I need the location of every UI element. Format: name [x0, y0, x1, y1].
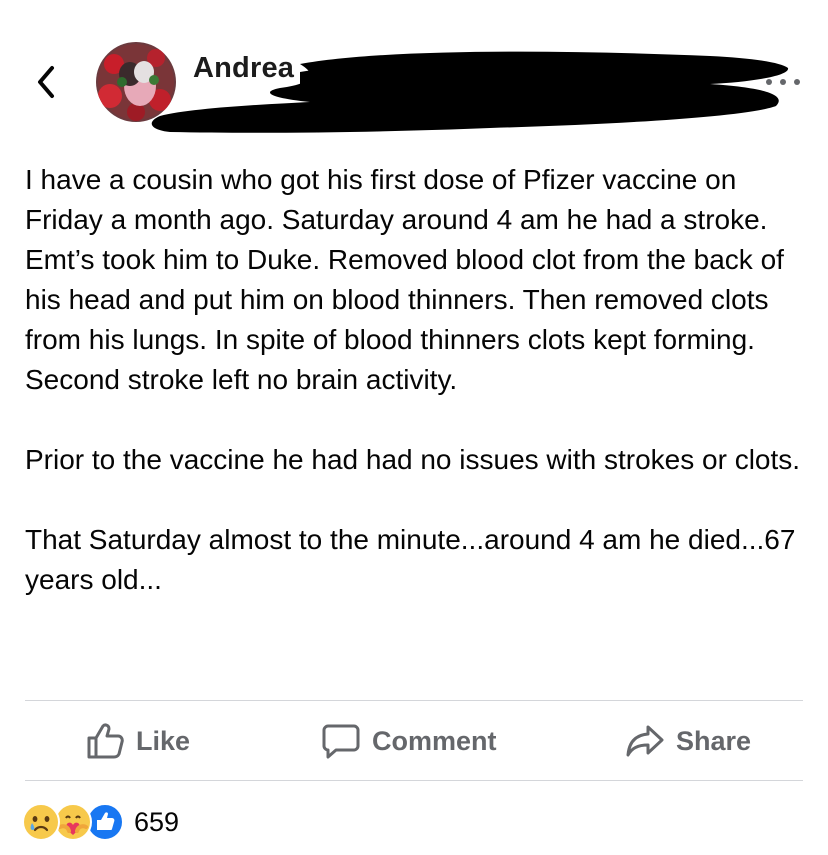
reaction-count[interactable]: 659 [134, 807, 179, 838]
share-label: Share [676, 725, 752, 756]
more-dot-icon [766, 79, 772, 85]
post-paragraph: That Saturday almost to the minute...aro… [25, 524, 796, 595]
post-text: I have a cousin who got his first dose o… [25, 160, 815, 600]
action-bar: Like Comment Share [0, 702, 828, 780]
more-dot-icon [780, 79, 786, 85]
sad-reaction-icon [22, 803, 60, 841]
comment-button[interactable]: Comment [322, 702, 497, 780]
share-arrow-icon [626, 725, 664, 757]
reaction-summary[interactable]: 659 [22, 802, 179, 842]
more-options-button[interactable] [766, 72, 800, 92]
more-dot-icon [794, 79, 800, 85]
divider [25, 700, 803, 701]
post-paragraph: I have a cousin who got his first dose o… [25, 164, 784, 395]
post-header: Andrea [0, 0, 828, 140]
back-button[interactable] [28, 60, 64, 104]
comment-label: Comment [372, 725, 497, 756]
like-button[interactable]: Like [86, 702, 190, 780]
post-paragraph: Prior to the vaccine he had had no issue… [25, 444, 801, 475]
share-button[interactable]: Share [626, 702, 751, 780]
comment-icon [322, 724, 360, 759]
like-label: Like [136, 725, 191, 756]
chevron-left-icon [38, 66, 54, 98]
thumbs-up-icon [87, 723, 124, 759]
redaction-mark [151, 51, 789, 133]
divider [25, 780, 803, 781]
